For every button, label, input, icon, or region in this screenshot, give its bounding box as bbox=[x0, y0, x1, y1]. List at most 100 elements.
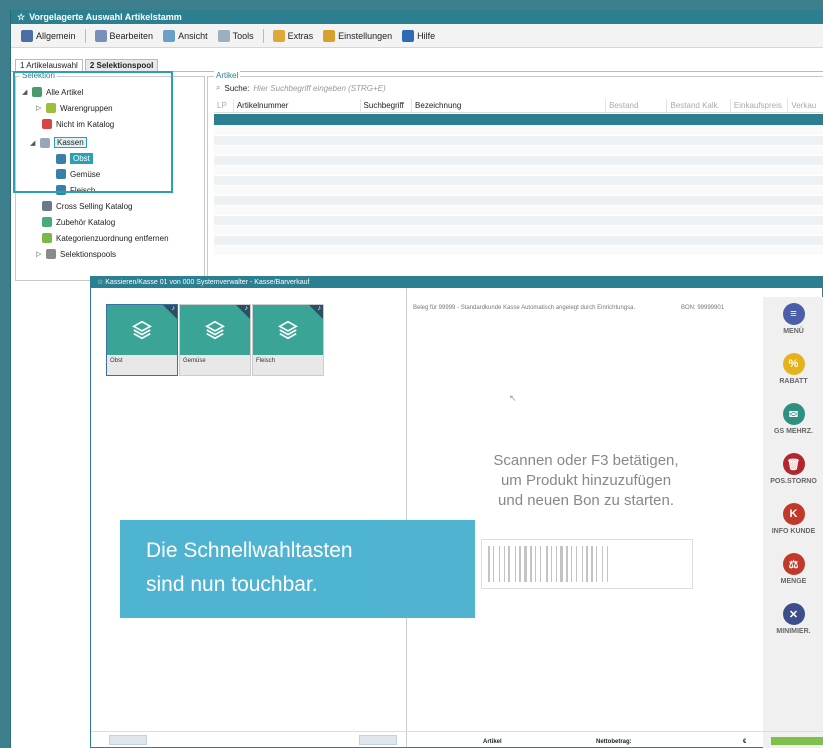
barcode-bar bbox=[506, 546, 507, 582]
side-button-menu[interactable]: ≡ MENÜ bbox=[763, 297, 823, 345]
side-button-label: RABATT bbox=[779, 378, 808, 385]
tree-item-obst[interactable]: Obst bbox=[56, 153, 93, 164]
side-button-customer-info[interactable]: K INFO KUNDE bbox=[763, 497, 823, 545]
column-header[interactable]: Bestand bbox=[606, 99, 668, 112]
table-row[interactable] bbox=[214, 216, 823, 226]
tab-selektionspool[interactable]: 2 Selektionspool bbox=[84, 59, 159, 71]
table-row[interactable] bbox=[214, 136, 823, 146]
menu-extras[interactable]: Extras bbox=[269, 28, 318, 44]
menu-label: Hilfe bbox=[417, 30, 436, 41]
pos-dialog: ☆ Kassieren/Kasse 01 von 000 Systemverwa… bbox=[90, 276, 823, 748]
table-row[interactable] bbox=[214, 126, 823, 136]
pane-divider bbox=[406, 288, 407, 747]
table-row[interactable] bbox=[214, 166, 823, 176]
table-row[interactable] bbox=[214, 186, 823, 196]
side-button-quantity[interactable]: ⚖ MENGE bbox=[763, 547, 823, 595]
menu-label: Extras bbox=[287, 30, 314, 41]
note-icon: ♪ bbox=[317, 305, 322, 312]
menu-allgemein[interactable]: Allgemein bbox=[17, 28, 80, 44]
menu-hilfe[interactable]: Hilfe bbox=[398, 28, 439, 44]
tree-item-selektionspools[interactable]: ▷ Selektionspools bbox=[36, 249, 116, 259]
layers-icon bbox=[132, 320, 152, 340]
barcode-bar bbox=[560, 546, 563, 582]
tree-item-kategorienzuordnung[interactable]: Kategorienzuordnung entfernen bbox=[42, 233, 169, 243]
footer-button-left[interactable] bbox=[109, 735, 147, 745]
tree-item-nicht-im-katalog[interactable]: Nicht im Katalog bbox=[42, 119, 114, 129]
quick-tile-obst[interactable]: ♪ Obst bbox=[106, 304, 178, 376]
tree-label: Gemüse bbox=[70, 169, 101, 179]
column-header[interactable]: Artikelnummer bbox=[234, 99, 361, 112]
barcode-bar bbox=[511, 546, 514, 582]
barcode-bar bbox=[596, 546, 597, 582]
footer-euro-sign: € bbox=[743, 739, 747, 745]
pool-icon bbox=[46, 249, 56, 259]
tree-item-gemuese[interactable]: Gemüse bbox=[56, 169, 100, 179]
menu-einstellungen[interactable]: Einstellungen bbox=[319, 28, 396, 44]
table-row[interactable] bbox=[214, 246, 823, 256]
tree-label: Cross Selling Katalog bbox=[56, 201, 133, 211]
tree-item-alle-artikel[interactable]: ◢ Alle Artikel bbox=[22, 87, 83, 97]
settings-icon bbox=[323, 29, 336, 42]
table-row[interactable] bbox=[214, 114, 823, 126]
quick-tile-fleisch[interactable]: ♪ Fleisch bbox=[252, 304, 324, 376]
scan-line: und neuen Bon zu starten. bbox=[498, 492, 674, 509]
table-row[interactable] bbox=[214, 236, 823, 246]
tree-item-warengruppen[interactable]: ▷ Warengruppen bbox=[36, 103, 113, 113]
edit-icon bbox=[94, 29, 107, 42]
arrow-icon bbox=[21, 29, 33, 42]
barcode-bar bbox=[591, 546, 593, 582]
column-header[interactable]: Suchbegriff bbox=[361, 99, 413, 112]
barcode-bar bbox=[549, 546, 550, 582]
side-button-minimize[interactable]: ✕ MINIMIER. bbox=[763, 597, 823, 645]
barcode-bar bbox=[504, 546, 505, 582]
side-button-trash[interactable]: 🗑 POS.STORNO bbox=[763, 447, 823, 495]
footer-artikel-label: Artikel bbox=[483, 739, 502, 745]
barcode-bar bbox=[571, 546, 572, 582]
expand-arrow-icon[interactable]: ◢ bbox=[30, 139, 36, 147]
barcode-bar bbox=[542, 546, 545, 582]
quantity-icon: ⚖ bbox=[782, 553, 805, 575]
star-icon: ☆ bbox=[17, 12, 26, 22]
collapse-arrow-icon[interactable]: ▷ bbox=[36, 250, 42, 258]
menu-bearbeiten[interactable]: Bearbeiten bbox=[91, 28, 158, 44]
table-row[interactable] bbox=[214, 196, 823, 206]
footer-button-right[interactable] bbox=[359, 735, 397, 745]
minimize-icon: ✕ bbox=[782, 603, 805, 625]
stack-icon bbox=[56, 153, 66, 164]
layers-icon bbox=[205, 320, 225, 340]
column-header[interactable]: Bestand Kalk. bbox=[667, 99, 731, 112]
tree-item-kassen[interactable]: ◢ Kassen bbox=[30, 137, 87, 148]
trash-icon: 🗑 bbox=[782, 453, 805, 475]
column-header[interactable]: Bezeichnung bbox=[412, 99, 607, 112]
table-row[interactable] bbox=[214, 206, 823, 216]
table-row[interactable] bbox=[214, 226, 823, 236]
column-header[interactable]: Verkau bbox=[788, 99, 823, 112]
tree-item-cross-selling[interactable]: Cross Selling Katalog bbox=[42, 201, 132, 211]
search-input[interactable]: Hier Suchbegriff eingeben (STRG+E) bbox=[253, 84, 385, 93]
side-button-voucher[interactable]: ✉ GS MEHRZ. bbox=[763, 397, 823, 445]
tree-item-fleisch[interactable]: Fleisch bbox=[56, 185, 95, 195]
expand-arrow-icon[interactable]: ◢ bbox=[22, 88, 28, 96]
menu-tools[interactable]: Tools bbox=[214, 28, 258, 44]
menu-label: Einstellungen bbox=[338, 30, 393, 41]
barcode-bar bbox=[515, 546, 516, 582]
barcode-bar bbox=[573, 546, 575, 582]
table-row[interactable] bbox=[214, 156, 823, 166]
side-button-discount[interactable]: % RABATT bbox=[763, 347, 823, 395]
tree-label: Selektionspools bbox=[60, 249, 117, 259]
quick-tile-gemuese[interactable]: ♪ Gemüse bbox=[179, 304, 251, 376]
tab-artikelauswahl[interactable]: 1 Artikelauswahl bbox=[15, 59, 83, 71]
table-row[interactable] bbox=[214, 176, 823, 186]
pay-button[interactable] bbox=[771, 737, 823, 745]
tree-item-zubehoer[interactable]: Zubehör Katalog bbox=[42, 217, 115, 227]
menu-ansicht[interactable]: Ansicht bbox=[159, 28, 212, 44]
barcode-bar bbox=[558, 546, 559, 582]
table-row[interactable] bbox=[214, 146, 823, 156]
collapse-arrow-icon[interactable]: ▷ bbox=[36, 104, 42, 112]
barcode-bar bbox=[582, 546, 583, 582]
side-button-label: MINIMIER. bbox=[776, 628, 811, 635]
column-header[interactable]: Einkaufspreis bbox=[731, 99, 789, 112]
menu-bar: Allgemein Bearbeiten Ansicht Tools Extra… bbox=[11, 24, 823, 48]
tree-label: Kategorienzuordnung entfernen bbox=[56, 233, 169, 243]
column-header[interactable]: LP bbox=[214, 99, 234, 112]
